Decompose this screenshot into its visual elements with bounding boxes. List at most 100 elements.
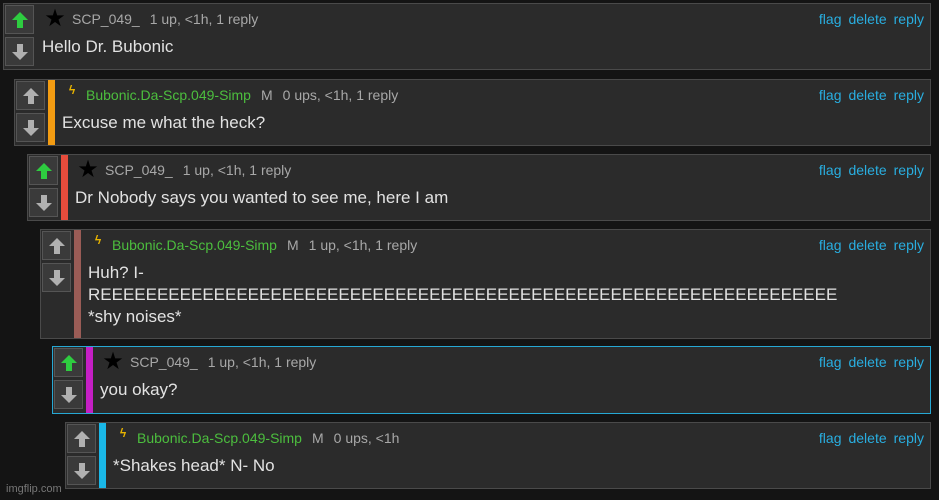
thread-depth-bar bbox=[48, 80, 55, 145]
comment-header: ★ SCP_049_ 1 up, <1h, 1 reply flag delet… bbox=[100, 350, 924, 374]
comment-actions: flag delete reply bbox=[819, 162, 924, 178]
downvote-button[interactable] bbox=[42, 263, 71, 292]
comment-content: ϟ Bubonic.Da-Scp.049-Simp M 1 up, <1h, 1… bbox=[88, 230, 930, 338]
comment-content: ★ SCP_049_ 1 up, <1h, 1 reply flag delet… bbox=[100, 347, 930, 413]
username-link[interactable]: Bubonic.Da-Scp.049-Simp bbox=[86, 87, 251, 103]
comment-header: ★ SCP_049_ 1 up, <1h, 1 reply flag delet… bbox=[75, 158, 924, 182]
comment-header: ★ SCP_049_ 1 up, <1h, 1 reply flag delet… bbox=[42, 7, 924, 31]
arrow-up-icon bbox=[35, 162, 52, 179]
downvote-button[interactable] bbox=[16, 113, 45, 142]
delete-link[interactable]: delete bbox=[848, 87, 886, 103]
delete-link[interactable]: delete bbox=[848, 430, 886, 446]
comment-meta: 0 ups, <1h bbox=[333, 430, 400, 446]
delete-link[interactable]: delete bbox=[848, 162, 886, 178]
lightning-icon: ϟ bbox=[68, 83, 76, 97]
downvote-button[interactable] bbox=[54, 380, 83, 409]
comment-highlighted: ★ SCP_049_ 1 up, <1h, 1 reply flag delet… bbox=[52, 346, 931, 414]
flag-link[interactable]: flag bbox=[819, 11, 842, 27]
vote-column bbox=[28, 155, 59, 220]
reply-link[interactable]: reply bbox=[894, 11, 924, 27]
watermark: imgflip.com bbox=[6, 483, 62, 495]
username-link[interactable]: SCP_049_ bbox=[105, 162, 173, 178]
comment-actions: flag delete reply bbox=[819, 87, 924, 103]
comment-meta: 1 up, <1h, 1 reply bbox=[308, 237, 418, 253]
flag-link[interactable]: flag bbox=[819, 162, 842, 178]
arrow-up-icon bbox=[48, 237, 65, 254]
comment-text: you okay? bbox=[100, 380, 178, 399]
comment-text: *Shakes head* N- No bbox=[113, 456, 275, 475]
vote-column bbox=[66, 423, 97, 488]
star-icon: ★ bbox=[77, 156, 99, 183]
arrow-down-icon bbox=[22, 119, 39, 136]
comment-text: Hello Dr. Bubonic bbox=[42, 37, 174, 56]
comment: ϟ Bubonic.Da-Scp.049-Simp M 1 up, <1h, 1… bbox=[40, 229, 931, 339]
downvote-button[interactable] bbox=[29, 188, 58, 217]
flag-link[interactable]: flag bbox=[819, 354, 842, 370]
comment-actions: flag delete reply bbox=[819, 430, 924, 446]
upvote-button[interactable] bbox=[42, 231, 71, 260]
arrow-down-icon bbox=[11, 43, 28, 60]
comment-content: ϟ Bubonic.Da-Scp.049-Simp M 0 ups, <1h f… bbox=[113, 423, 930, 488]
comment-meta: 1 up, <1h, 1 reply bbox=[149, 11, 259, 27]
upvote-button[interactable] bbox=[29, 156, 58, 185]
comment-header: ϟ Bubonic.Da-Scp.049-Simp M 0 ups, <1h f… bbox=[113, 426, 924, 450]
comment-meta: 1 up, <1h, 1 reply bbox=[182, 162, 292, 178]
lightning-icon: ϟ bbox=[119, 426, 127, 440]
upvote-button[interactable] bbox=[67, 424, 96, 453]
comment: ★ SCP_049_ 1 up, <1h, 1 reply flag delet… bbox=[27, 154, 931, 221]
arrow-down-icon bbox=[73, 462, 90, 479]
arrow-up-icon bbox=[73, 430, 90, 447]
delete-link[interactable]: delete bbox=[848, 237, 886, 253]
mod-badge: M bbox=[260, 87, 273, 103]
flag-link[interactable]: flag bbox=[819, 87, 842, 103]
comment-text: Huh? I- REEEEEEEEEEEEEEEEEEEEEEEEEEEEEEE… bbox=[88, 263, 838, 326]
flag-link[interactable]: flag bbox=[819, 237, 842, 253]
reply-link[interactable]: reply bbox=[894, 430, 924, 446]
arrow-down-icon bbox=[35, 194, 52, 211]
comment-meta: 0 ups, <1h, 1 reply bbox=[282, 87, 399, 103]
username-link[interactable]: Bubonic.Da-Scp.049-Simp bbox=[112, 237, 277, 253]
reply-link[interactable]: reply bbox=[894, 87, 924, 103]
thread-depth-bar bbox=[74, 230, 81, 338]
mod-badge: M bbox=[311, 430, 324, 446]
reply-link[interactable]: reply bbox=[894, 162, 924, 178]
comment: ϟ Bubonic.Da-Scp.049-Simp M 0 ups, <1h f… bbox=[65, 422, 931, 489]
thread-depth-bar bbox=[99, 423, 106, 488]
username-link[interactable]: Bubonic.Da-Scp.049-Simp bbox=[137, 430, 302, 446]
comment-meta: 1 up, <1h, 1 reply bbox=[207, 354, 317, 370]
comment-content: ★ SCP_049_ 1 up, <1h, 1 reply flag delet… bbox=[75, 155, 930, 220]
vote-column bbox=[4, 4, 35, 69]
comment-actions: flag delete reply bbox=[819, 237, 924, 253]
comment-content: ϟ Bubonic.Da-Scp.049-Simp M 0 ups, <1h, … bbox=[62, 80, 930, 145]
upvote-button[interactable] bbox=[5, 5, 34, 34]
comment-header: ϟ Bubonic.Da-Scp.049-Simp M 1 up, <1h, 1… bbox=[88, 233, 924, 257]
comment-thread: ★ SCP_049_ 1 up, <1h, 1 reply flag delet… bbox=[0, 0, 939, 500]
username-link[interactable]: SCP_049_ bbox=[130, 354, 198, 370]
star-icon: ★ bbox=[102, 348, 124, 375]
username-link[interactable]: SCP_049_ bbox=[72, 11, 140, 27]
comment: ϟ Bubonic.Da-Scp.049-Simp M 0 ups, <1h, … bbox=[14, 79, 931, 146]
flag-link[interactable]: flag bbox=[819, 430, 842, 446]
thread-depth-bar bbox=[86, 347, 93, 413]
arrow-up-icon bbox=[11, 11, 28, 28]
downvote-button[interactable] bbox=[67, 456, 96, 485]
vote-column bbox=[53, 347, 84, 413]
comment-actions: flag delete reply bbox=[819, 11, 924, 27]
comment-actions: flag delete reply bbox=[819, 354, 924, 370]
vote-column bbox=[41, 230, 72, 338]
star-icon: ★ bbox=[44, 5, 66, 32]
arrow-down-icon bbox=[60, 386, 77, 403]
upvote-button[interactable] bbox=[16, 81, 45, 110]
reply-link[interactable]: reply bbox=[894, 237, 924, 253]
comment: ★ SCP_049_ 1 up, <1h, 1 reply flag delet… bbox=[3, 3, 931, 70]
reply-link[interactable]: reply bbox=[894, 354, 924, 370]
mod-badge: M bbox=[286, 237, 299, 253]
comment-content: ★ SCP_049_ 1 up, <1h, 1 reply flag delet… bbox=[42, 4, 930, 69]
comment-text: Excuse me what the heck? bbox=[62, 113, 266, 132]
comment-header: ϟ Bubonic.Da-Scp.049-Simp M 0 ups, <1h, … bbox=[62, 83, 924, 107]
upvote-button[interactable] bbox=[54, 348, 83, 377]
downvote-button[interactable] bbox=[5, 37, 34, 66]
arrow-up-icon bbox=[60, 354, 77, 371]
delete-link[interactable]: delete bbox=[848, 354, 886, 370]
delete-link[interactable]: delete bbox=[848, 11, 886, 27]
